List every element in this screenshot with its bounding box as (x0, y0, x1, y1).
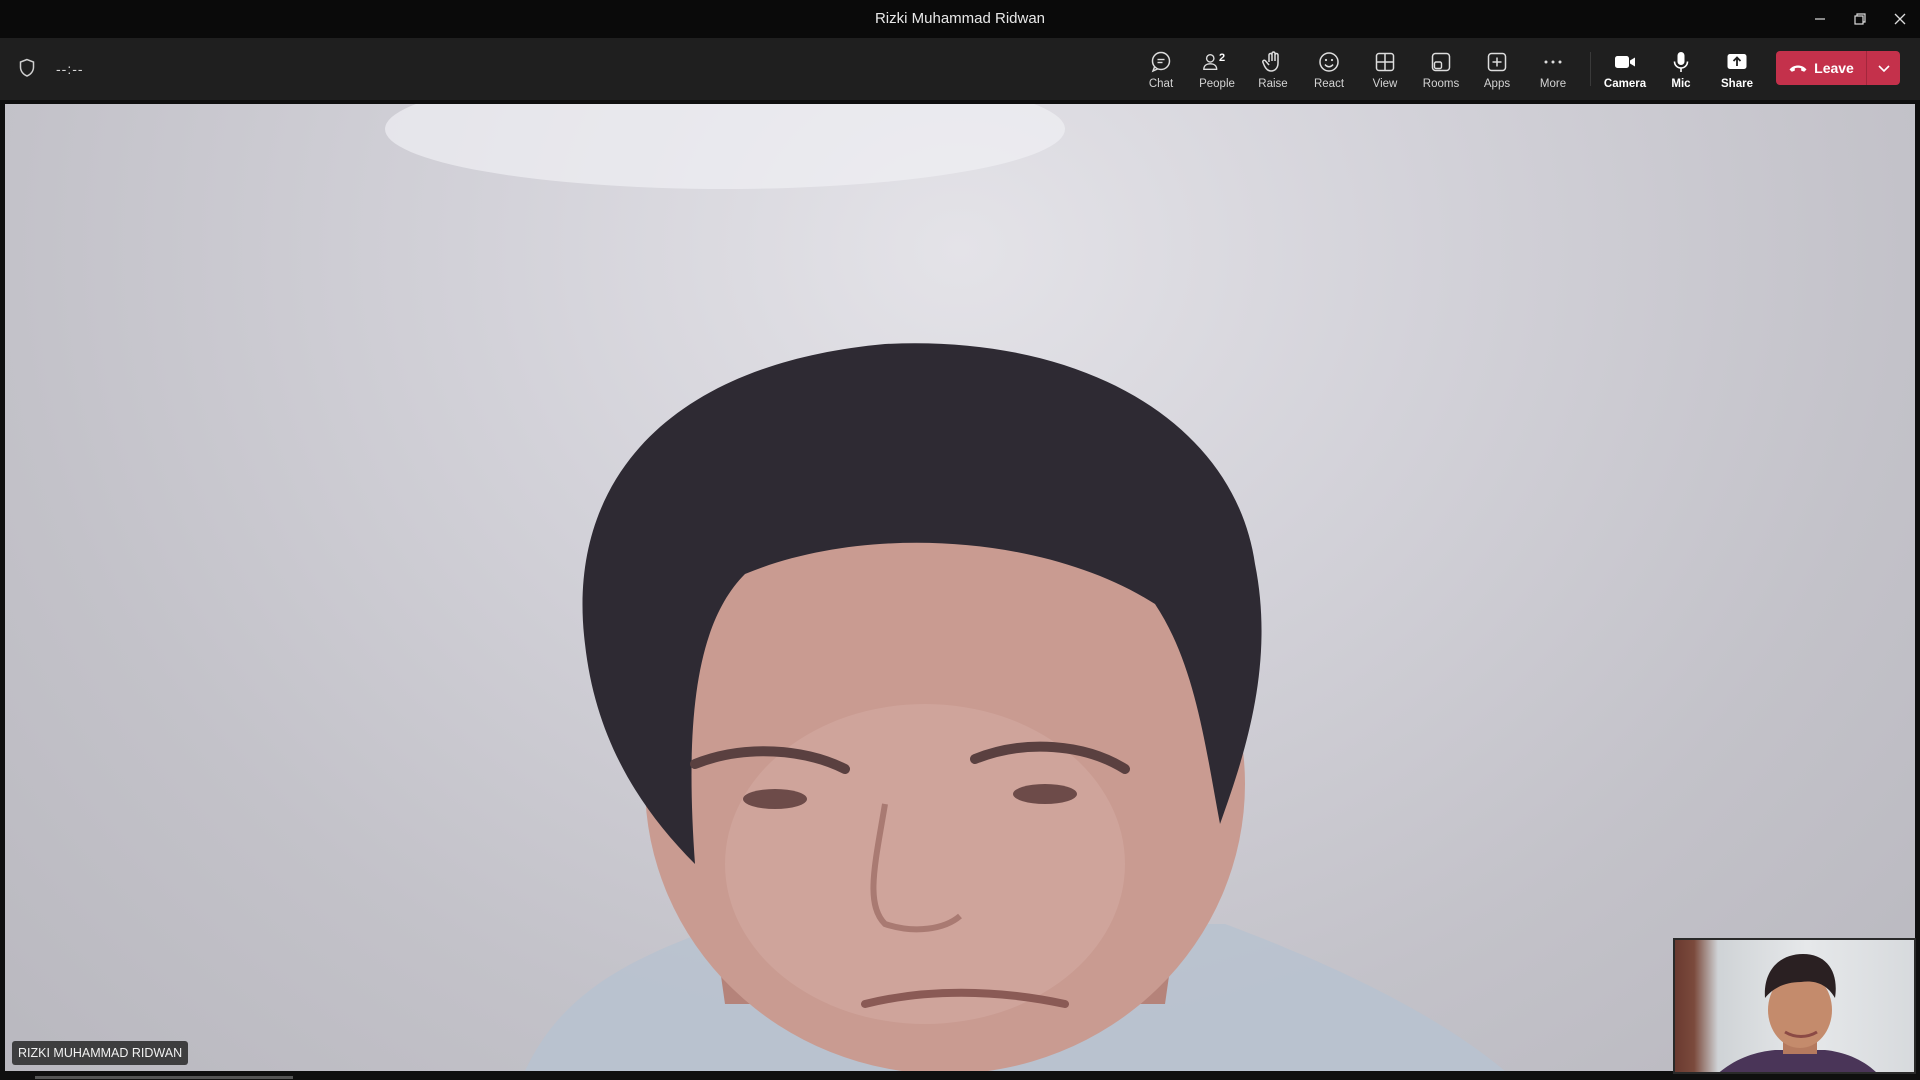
meeting-timer: --:-- (56, 61, 84, 77)
smile-icon (1319, 52, 1339, 72)
more-icon (1544, 60, 1562, 64)
chat-button[interactable]: Chat (1133, 48, 1189, 94)
camera-icon (1615, 56, 1635, 68)
chat-icon (1151, 51, 1171, 73)
self-view-frame (1719, 954, 1876, 1072)
participant-name-tag: RIZKI MUHAMMAD RIDWAN (12, 1041, 189, 1065)
rooms-icon (1431, 52, 1451, 72)
share-icon (1727, 54, 1747, 69)
leave-label: Leave (1814, 60, 1854, 76)
share-button[interactable]: Share (1709, 48, 1765, 94)
minimize-button[interactable] (1800, 0, 1840, 38)
participant-video-frame (385, 104, 1505, 1071)
rooms-button[interactable]: Rooms (1413, 48, 1469, 94)
close-icon (1894, 13, 1906, 25)
leave-button-group: Leave (1776, 51, 1900, 85)
self-view-video[interactable] (1673, 938, 1916, 1074)
window-title: Rizki Muhammad Ridwan (874, 10, 1046, 27)
view-button[interactable]: View (1357, 48, 1413, 94)
react-button[interactable]: React (1301, 48, 1357, 94)
people-button[interactable]: 2 People (1189, 48, 1245, 94)
restore-button[interactable] (1840, 0, 1880, 38)
minimize-icon (1815, 18, 1825, 20)
leave-options-button[interactable] (1867, 51, 1900, 85)
view-label: View (1372, 78, 1398, 90)
close-button[interactable] (1880, 0, 1920, 38)
phone-icon (1789, 65, 1807, 72)
more-button[interactable]: More (1525, 48, 1581, 94)
react-label: React (1313, 78, 1345, 90)
scroll-indicator (35, 1076, 293, 1079)
restore-icon (1854, 13, 1866, 25)
shield-icon[interactable] (18, 58, 36, 78)
people-count: 2 (1219, 52, 1226, 64)
rooms-label: Rooms (1422, 78, 1460, 90)
title-bar: Rizki Muhammad Ridwan (0, 0, 1920, 38)
mic-label: Mic (1671, 78, 1691, 90)
mic-icon (1673, 52, 1689, 72)
hand-icon (1262, 51, 1279, 72)
camera-label: Camera (1603, 78, 1647, 90)
grid-icon (1375, 52, 1395, 72)
apps-icon (1487, 52, 1507, 72)
camera-button[interactable]: Camera (1597, 48, 1653, 94)
chat-label: Chat (1148, 78, 1174, 90)
mic-button[interactable]: Mic (1653, 48, 1709, 94)
apps-button[interactable]: Apps (1469, 48, 1525, 94)
participant-video[interactable]: RIZKI MUHAMMAD RIDWAN (5, 104, 1915, 1071)
meeting-toolbar: --:-- Chat 2 People Raise React View Roo… (0, 38, 1920, 100)
toolbar-divider (1590, 52, 1591, 86)
more-label: More (1539, 78, 1567, 90)
leave-button[interactable]: Leave (1776, 51, 1866, 85)
people-label: People (1199, 78, 1235, 90)
raise-hand-button[interactable]: Raise (1245, 48, 1301, 94)
raise-label: Raise (1258, 78, 1288, 90)
share-label: Share (1721, 78, 1753, 90)
apps-label: Apps (1483, 78, 1511, 90)
chevron-down-icon (1877, 65, 1890, 73)
